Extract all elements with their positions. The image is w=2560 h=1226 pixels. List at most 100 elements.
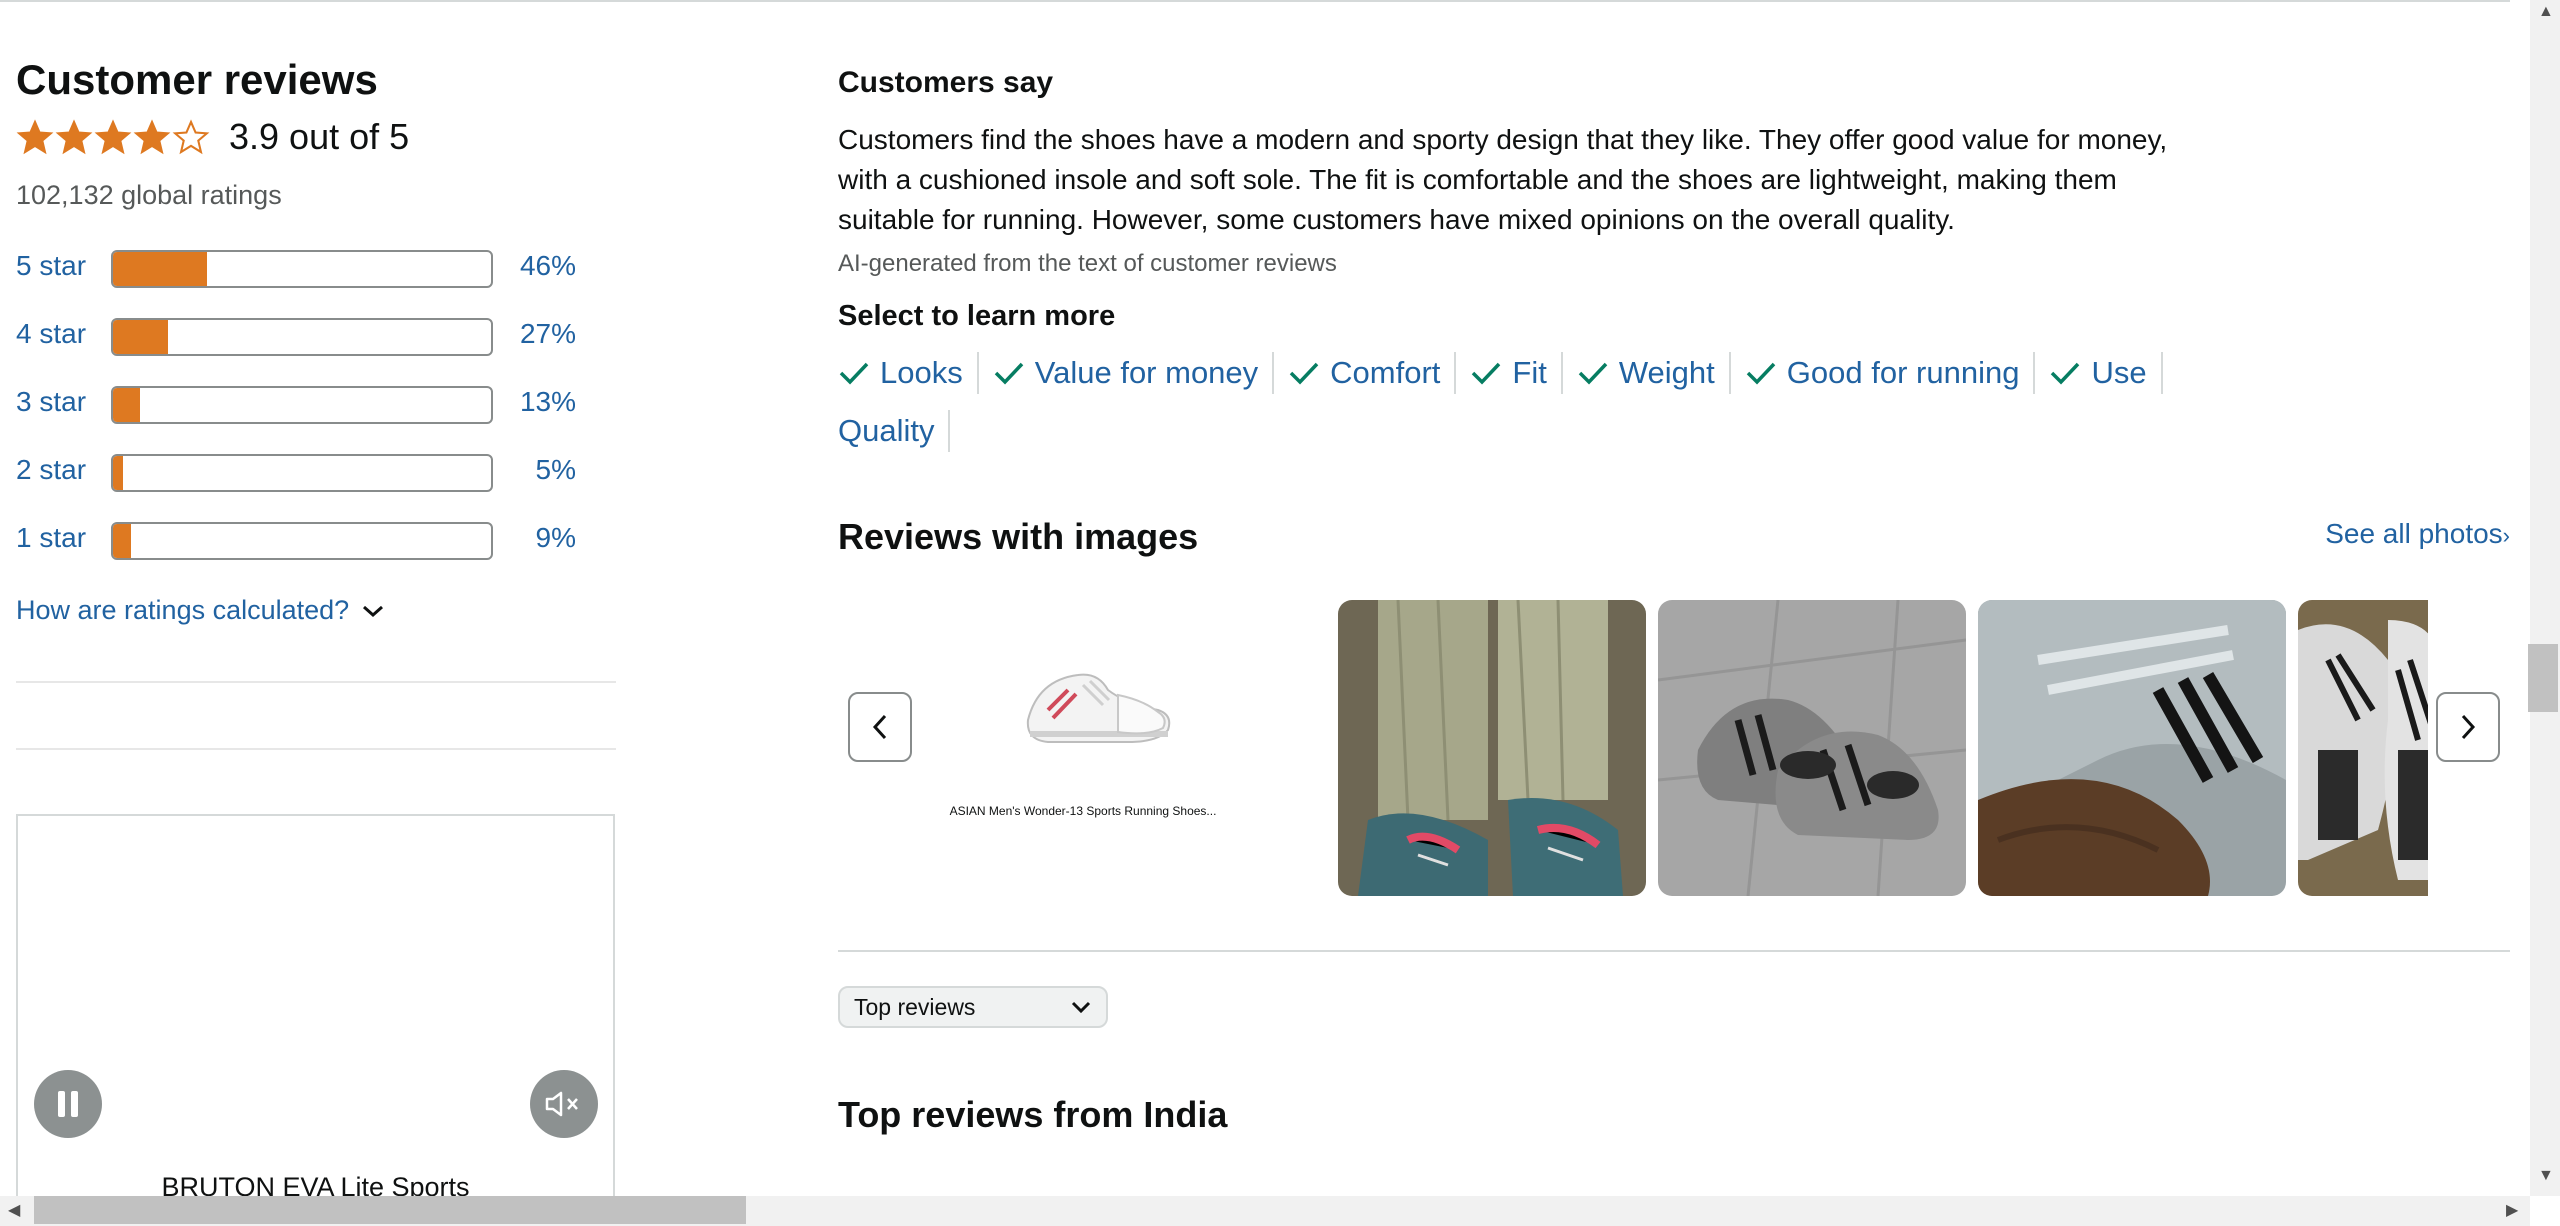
review-image-photo [1338,600,1646,896]
histogram-bar-fill [113,320,169,354]
histogram-row[interactable]: 3 star 13% [16,384,576,424]
histogram-star-label[interactable]: 1 star [16,522,86,554]
aspect-chip[interactable]: Value for money [993,352,1275,394]
select-to-learn-more-title: Select to learn more [838,300,1116,332]
review-image[interactable] [1658,600,1966,896]
customer-reviews-title: Customer reviews [16,56,378,103]
see-all-photos-link[interactable]: See all photos› [2325,518,2510,550]
histogram-row[interactable]: 1 star 9% [16,520,576,560]
histogram-bar[interactable] [111,522,493,560]
histogram-row[interactable]: 2 star 5% [16,452,576,492]
aspect-chip-label: Value for money [1034,355,1259,390]
sort-reviews-dropdown[interactable]: Top reviews [838,986,1108,1028]
aspect-chip[interactable]: Looks [838,352,979,394]
histogram-star-label[interactable]: 4 star [16,318,86,350]
aspect-chip[interactable]: Quality [838,410,951,452]
checkmark-icon [1746,362,1776,385]
chevron-down-icon [1071,1001,1091,1014]
star-icon [55,119,93,155]
aspect-chip[interactable]: Use [2049,352,2163,394]
aspect-chip[interactable]: Comfort [1288,352,1457,394]
global-ratings-count: 102,132 global ratings [16,180,282,210]
checkmark-icon [2051,362,2080,385]
rating-text: 3.9 out of 5 [229,116,410,157]
histogram-star-label[interactable]: 5 star [16,250,86,282]
rating-histogram: 5 star 46% 4 star 27% 3 star 13% 2 star 5% 1 sta… [16,248,576,588]
histogram-bar-fill [113,388,140,422]
star-icon [94,119,132,155]
aspect-chip-label: Fit [1512,355,1547,390]
aspect-chip-label: Good for running [1786,355,2020,390]
checkmark-icon [1289,362,1319,385]
histogram-bar-fill [113,524,132,558]
product-card-caption: ASIAN Men's Wonder-13 Sports Running Sho… [949,804,1217,818]
review-image-photo [1978,600,2286,896]
chevron-right-icon [2461,714,2476,740]
sort-selected-value: Top reviews [854,993,976,1020]
histogram-star-label[interactable]: 3 star [16,386,86,418]
histogram-bar-fill [113,456,124,490]
review-images-carousel: ASIAN Men's Wonder-13 Sports Running Sho… [838,600,2510,896]
histogram-percent[interactable]: 27% [496,318,576,350]
chevron-down-icon [363,605,384,617]
vertical-scrollbar[interactable] [2530,0,2560,1196]
checkmark-icon [994,362,1024,385]
histogram-star-label[interactable]: 2 star [16,454,86,486]
review-image[interactable] [2298,600,2428,896]
scroll-down-arrow-icon[interactable]: ▼ [2538,1168,2554,1184]
carousel-next-button[interactable] [2436,692,2500,762]
top-reviews-title: Top reviews from India [838,1094,1228,1135]
star-icon [172,119,210,155]
aspect-chip-label: Looks [880,355,963,390]
carousel-track: ASIAN Men's Wonder-13 Sports Running Sho… [928,600,2428,896]
video-ad-player[interactable]: BRUTON EVA Lite Sports [16,814,615,1226]
histogram-bar[interactable] [111,386,493,424]
histogram-bar[interactable] [111,250,493,288]
ai-generated-note: AI-generated from the text of customer r… [838,250,1337,277]
checkmark-icon [1578,362,1608,385]
speaker-muted-icon [545,1091,578,1117]
review-image[interactable] [1338,600,1646,896]
aspect-chip-label: Weight [1618,355,1715,390]
aspect-chip[interactable]: Good for running [1745,352,2036,394]
average-rating[interactable]: 3.9 out of 5 [16,112,409,162]
rating-stars [16,118,211,156]
aspect-chip[interactable]: Fit [1470,352,1563,394]
mute-button[interactable] [530,1070,598,1138]
histogram-percent[interactable]: 9% [496,522,576,554]
product-image [1026,673,1171,743]
product-card[interactable]: ASIAN Men's Wonder-13 Sports Running Sho… [928,600,1238,896]
review-image-photo [2298,600,2428,896]
star-icon [16,119,54,155]
scroll-up-arrow-icon[interactable]: ▲ [2538,4,2554,20]
reviews-with-images-title: Reviews with images [838,516,1199,557]
histogram-bar-fill [113,252,207,286]
histogram-percent[interactable]: 5% [496,454,576,486]
vertical-scrollbar-thumb[interactable] [2528,644,2558,712]
aspect-chip-label: Quality [838,413,935,448]
histogram-row[interactable]: 4 star 27% [16,316,576,356]
divider [838,950,2510,952]
histogram-percent[interactable]: 46% [496,250,576,282]
aspect-chip-label: Use [2091,355,2147,390]
scroll-left-arrow-icon[interactable]: ◀ [8,1203,20,1219]
checkmark-icon [839,362,869,385]
pause-button[interactable] [34,1070,102,1138]
chevron-right-icon: › [2502,523,2510,548]
aspect-chip-label: Comfort [1330,355,1441,390]
checkmark-icon [1472,362,1501,385]
customers-say-summary: Customers find the shoes have a modern a… [838,124,2168,235]
histogram-bar[interactable] [111,454,493,492]
customers-say-title: Customers say [838,66,1054,99]
aspect-chip[interactable]: Weight [1577,352,1731,394]
pause-icon [58,1091,78,1117]
histogram-bar[interactable] [111,318,493,356]
histogram-row[interactable]: 5 star 46% [16,248,576,288]
scroll-right-arrow-icon[interactable]: ▶ [2506,1203,2518,1219]
horizontal-scrollbar-thumb[interactable] [34,1196,746,1224]
carousel-prev-button[interactable] [848,692,912,762]
review-image[interactable] [1978,600,2286,896]
how-ratings-calculated-link[interactable]: How are ratings calculated? [16,595,385,626]
star-icon [133,119,171,155]
histogram-percent[interactable]: 13% [496,386,576,418]
